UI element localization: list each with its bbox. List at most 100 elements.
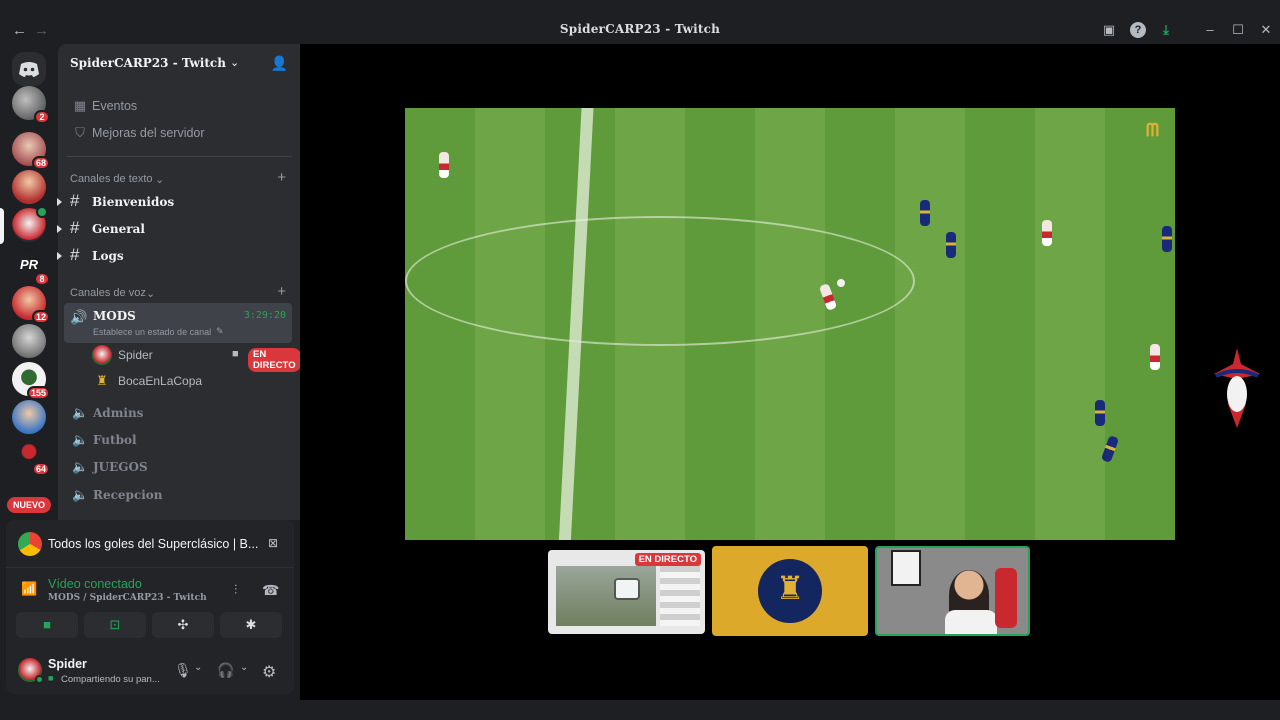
events-item[interactable]: ▦ Eventos <box>66 94 292 118</box>
trophy-icon: ♜ <box>775 570 805 606</box>
boost-shield-icon: ⛉ <box>75 125 85 140</box>
pencil-icon[interactable]: ✎ <box>216 326 224 337</box>
channel-name: Logs <box>92 249 124 263</box>
gaming-chair <box>995 568 1017 628</box>
headphones-icon[interactable]: 🎧 <box>217 662 234 679</box>
trophy-avatar: ♜ <box>92 371 112 391</box>
server-icon[interactable] <box>12 170 46 204</box>
discord-home-button[interactable] <box>12 52 46 86</box>
voice-channel-recepcion[interactable]: 🔈 Recepcion <box>66 482 292 508</box>
minimize-icon[interactable]: – <box>1202 22 1218 38</box>
mention-badge: 68 <box>31 156 50 170</box>
current-user-name[interactable]: Spider <box>48 657 87 671</box>
discord-logo-icon <box>19 62 39 77</box>
maximize-icon[interactable]: ☐ <box>1230 22 1246 38</box>
disconnect-icon[interactable]: ☎ <box>262 582 279 599</box>
guild-header[interactable]: SpiderCARP23 - Twitch ⌄ 👤 <box>58 44 300 82</box>
server-icon[interactable] <box>12 400 46 434</box>
connection-signal-icon[interactable]: 📶 <box>21 581 37 597</box>
microphone-icon[interactable]: 🎙 <box>174 662 192 679</box>
player-figure <box>946 232 956 258</box>
help-icon[interactable]: ? <box>1130 22 1146 38</box>
chevron-down-icon[interactable]: ⌄ <box>194 662 202 673</box>
channel-general[interactable]: # General <box>57 216 292 242</box>
chevron-down-icon[interactable]: ⌄ <box>240 662 248 673</box>
voice-status[interactable]: Vídeo conectado <box>48 577 142 591</box>
voice-location[interactable]: MODS / SpiderCARP23 - Twitch <box>48 593 207 603</box>
server-icon[interactable]: 12 <box>12 286 50 324</box>
server-icon[interactable]: PR 8 <box>12 248 50 286</box>
activity-card[interactable]: Todos los goles del Superclásico | B... … <box>6 520 294 568</box>
channel-bienvenidos[interactable]: # Bienvenidos <box>57 189 292 215</box>
server-icon[interactable]: 64 <box>12 438 50 476</box>
voice-channel-name: Futbol <box>93 433 137 447</box>
settings-gear-icon[interactable]: ⚙ <box>262 662 276 682</box>
avatar <box>92 345 112 365</box>
channel-logs[interactable]: # Logs <box>57 243 292 269</box>
activities-button[interactable]: ✣ <box>152 612 214 638</box>
mention-badge: 8 <box>34 272 50 286</box>
player-figure <box>1042 220 1052 246</box>
download-icon[interactable]: ⤓ <box>1158 22 1174 38</box>
category-chevron-icon: ⌄ <box>146 288 156 300</box>
stop-streaming-icon[interactable]: ⊠ <box>268 536 278 550</box>
text-category-label[interactable]: Canales de texto <box>70 173 153 185</box>
server-icon[interactable]: 155 <box>12 362 50 400</box>
player-figure <box>1162 226 1172 252</box>
voice-channel-name: Recepcion <box>93 488 163 502</box>
voice-channel-admins[interactable]: 🔈 Admins <box>66 400 292 426</box>
participant-tile-bocaenlacopa[interactable]: ♜ <box>712 546 868 636</box>
voice-channel-juegos[interactable]: 🔈 JUEGOS <box>66 454 292 480</box>
title-bar: ← → SpiderCARP23 - Twitch ▣ ? ⤓ – ☐ ✕ <box>0 0 1280 44</box>
voice-user-bocaenlacopa[interactable]: ♜ BocaEnLaCopa <box>88 369 288 393</box>
inbox-icon[interactable]: ▣ <box>1101 22 1117 38</box>
soundboard-button[interactable]: ✱ <box>220 612 282 638</box>
screen-share-button[interactable]: ⊡ <box>84 612 146 638</box>
voice-user-spider[interactable]: Spider ■ EN DIRECTO <box>88 343 301 372</box>
voice-channel-futbol[interactable]: 🔈 Futbol <box>66 427 292 453</box>
hash-icon: # <box>70 245 80 264</box>
channel-sidebar: SpiderCARP23 - Twitch ⌄ 👤 ▦ Eventos ⛉ Me… <box>57 44 301 520</box>
server-icon[interactable]: 2 <box>12 86 50 124</box>
thumbnail-preview <box>556 566 656 626</box>
channel-name: General <box>92 222 145 236</box>
calendar-icon: ▦ <box>73 98 87 113</box>
add-text-channel-icon[interactable]: + <box>277 169 286 186</box>
noise-suppression-icon[interactable]: ⫶ <box>234 582 237 598</box>
voice-channel-name: MODS <box>93 309 136 323</box>
collapsed-arrow-icon <box>57 198 62 206</box>
server-boosts-item[interactable]: ⛉ Mejoras del servidor <box>66 121 292 145</box>
participant-tile-spider-camera[interactable] <box>875 546 1030 636</box>
participant-thumbnails: EN DIRECTO ♜ <box>548 546 1032 636</box>
chevron-down-icon: ⌄ <box>230 57 240 69</box>
screen-share-icon: ⊡ <box>109 617 121 632</box>
channel-status-hint[interactable]: Establece un estado de canal <box>93 327 211 337</box>
streamer-shirt <box>945 610 997 634</box>
avatar: ♜ <box>758 559 822 623</box>
speaker-active-icon: 🔊 <box>70 309 88 325</box>
boosts-label: Mejoras del servidor <box>92 126 205 140</box>
speaker-icon: 🔈 <box>72 487 89 502</box>
speaker-icon: 🔈 <box>72 459 89 474</box>
activities-icon: ✣ <box>177 617 189 632</box>
activity-title: Todos los goles del Superclásico | B... <box>48 537 259 551</box>
speaker-icon: 🔈 <box>72 405 89 420</box>
invite-user-icon[interactable]: 👤 <box>271 55 288 72</box>
camera-button[interactable]: ■ <box>16 612 78 638</box>
voice-channel-mods-active[interactable]: 🔊 MODS 3:29:20 Establece un estado de ca… <box>64 303 292 343</box>
new-badge[interactable]: NUEVO <box>7 497 51 513</box>
camera-icon: ■ <box>232 348 239 360</box>
window-title: SpiderCARP23 - Twitch <box>559 22 721 36</box>
server-avatar <box>12 324 46 358</box>
player-figure <box>1100 435 1120 463</box>
add-voice-channel-icon[interactable]: + <box>277 283 286 300</box>
server-icon[interactable] <box>12 324 46 358</box>
server-icon[interactable]: 68 <box>12 132 50 170</box>
server-avatar <box>12 170 46 204</box>
close-icon[interactable]: ✕ <box>1258 22 1274 38</box>
screen-share-thumbnail[interactable]: EN DIRECTO <box>548 550 705 634</box>
stream-video[interactable]: ᗰ <box>405 108 1175 540</box>
voice-channel-name: Admins <box>93 406 144 420</box>
server-icon-active[interactable] <box>12 206 48 242</box>
voice-category-label[interactable]: Canales de voz <box>70 287 146 299</box>
